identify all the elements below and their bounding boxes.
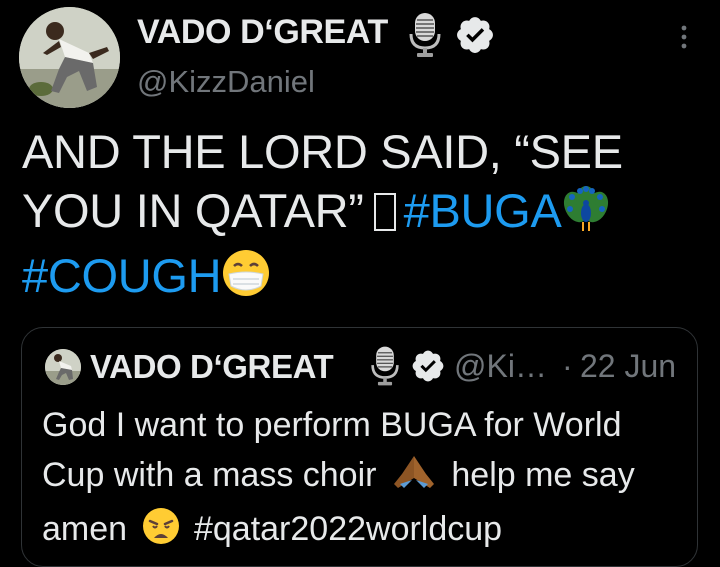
more-options-icon[interactable]	[673, 24, 695, 50]
quoted-tweet-date: 22 Jun	[580, 348, 677, 384]
hashtag-link[interactable]: #BUGA	[404, 184, 562, 237]
hashtag-link[interactable]: #COUGH	[22, 249, 222, 302]
quoted-text-segment: amen	[42, 510, 128, 548]
quoted-text-line: God I want to perform BUGA for World	[42, 406, 622, 444]
quoted-author-handle: @Ki…	[454, 348, 547, 384]
verified-badge-icon	[410, 348, 446, 384]
author-avatar[interactable]	[19, 7, 120, 108]
quoted-author-display-name: VADO D‘GREAT	[90, 348, 334, 385]
verified-badge-icon	[454, 14, 496, 56]
quoted-tweet-text: God I want to perform BUGA for World Cup…	[42, 400, 692, 560]
quoted-text-segment: Cup with a mass choir	[42, 456, 377, 494]
tweet-text-line: YOU IN QATAR” #BUGA	[22, 181, 712, 246]
quoted-text-line: Cup with a mass choir help me say	[42, 450, 692, 504]
folded-hands-emoji	[392, 454, 436, 504]
hashtag-link[interactable]: #qatar2022worldcup	[194, 510, 502, 548]
author-handle[interactable]: @KizzDaniel	[137, 64, 315, 100]
weary-face-emoji	[141, 506, 181, 560]
quoted-text-line: amen #qatar2022worldcup	[42, 504, 692, 560]
tweet-text-line: AND THE LORD SAID, “SEE	[22, 125, 623, 178]
microphone-icon	[408, 12, 442, 58]
tweet-text: AND THE LORD SAID, “SEE YOU IN QATAR” #BU…	[22, 122, 712, 311]
quoted-text-segment: help me say	[451, 456, 635, 494]
author-display-name[interactable]: VADO D‘GREAT	[137, 13, 388, 52]
tweet-text-line: #COUGH	[22, 246, 712, 311]
microphone-icon	[370, 345, 400, 387]
tweet-text-segment: YOU IN QATAR”	[22, 184, 364, 237]
separator-dot: ·	[562, 348, 573, 384]
peacock-emoji	[562, 185, 610, 246]
unrenderable-box-glyph	[373, 193, 396, 231]
quoted-author-avatar	[45, 349, 81, 385]
face-with-mask-emoji	[221, 248, 271, 311]
